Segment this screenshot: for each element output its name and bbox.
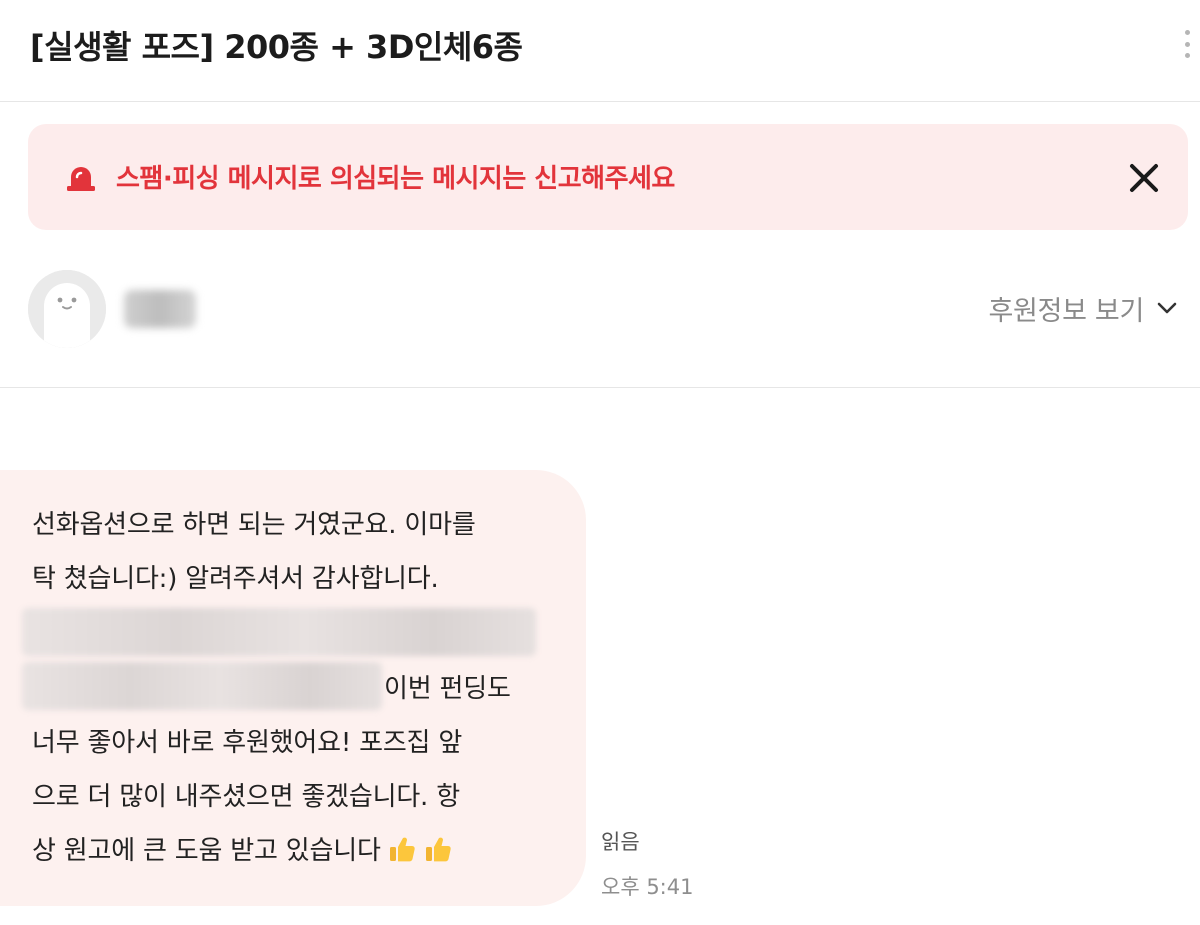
sender-name-redacted: [124, 290, 196, 328]
default-avatar-icon: [28, 270, 106, 348]
read-status: 읽음: [601, 830, 640, 854]
chevron-down-icon: [1157, 302, 1177, 314]
message-line-last: 상 원고에 큰 도움 받고 있습니다: [32, 834, 453, 868]
message-line: 으로 더 많이 내주셨으면 좋겠습니다. 항: [32, 782, 460, 812]
close-icon[interactable]: [1124, 158, 1164, 198]
message-bubble: 선화옵션으로 하면 되는 거였군요. 이마를 탁 쳤습니다:) 알려주셔서 감사…: [0, 470, 586, 906]
message-line: 이번 펀딩도: [384, 674, 511, 704]
sponsor-info-label: 후원정보 보기: [988, 295, 1144, 327]
page-title: [실생활 포즈] 200종 + 3D인체6종: [30, 28, 523, 66]
message-line: 선화옵션으로 하면 되는 거였군요. 이마를: [32, 510, 476, 540]
sender-row: 후원정보 보기: [0, 252, 1200, 388]
thumbs-up-icon: [425, 837, 451, 862]
message-line: 탁 쳤습니다:) 알려주셔서 감사합니다.: [32, 564, 439, 594]
redacted-text: [22, 662, 382, 710]
siren-icon: [67, 167, 95, 191]
spam-warning-banner: 스팸·피싱 메시지로 의심되는 메시지는 신고해주세요: [28, 124, 1188, 230]
message-detail-page: [실생활 포즈] 200종 + 3D인체6종 스팸·피싱 메시지로 의심되는 메…: [0, 0, 1200, 925]
spam-warning-text: 스팸·피싱 메시지로 의심되는 메시지는 신고해주세요: [116, 164, 675, 194]
avatar[interactable]: [28, 270, 106, 348]
message-line: 너무 좋아서 바로 후원했어요! 포즈집 앞: [32, 728, 463, 758]
sponsor-info-toggle[interactable]: 후원정보 보기: [988, 286, 1180, 330]
message-text: 상 원고에 큰 도움 받고 있습니다: [32, 836, 381, 866]
redacted-text: [22, 608, 536, 656]
thumbs-up-icon: [389, 837, 415, 862]
kebab-menu-icon[interactable]: [1174, 26, 1200, 62]
header-bar: [실생활 포즈] 200종 + 3D인체6종: [0, 0, 1200, 102]
message-time: 오후 5:41: [601, 875, 694, 899]
